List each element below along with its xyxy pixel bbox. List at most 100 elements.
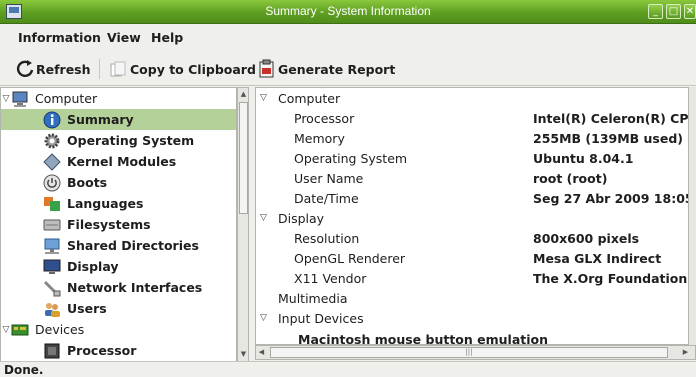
tree-item-operating-system[interactable]: Operating System	[1, 130, 236, 151]
refresh-label: Refresh	[36, 61, 91, 77]
tree-item-filesystems[interactable]: Filesystems	[1, 214, 236, 235]
detail-row: Macintosh mouse button emulation	[256, 330, 688, 344]
detail-row: Date/Time Seg 27 Abr 2009 18:05:	[256, 189, 689, 209]
copy-to-clipboard-label: Copy to Clipboard	[130, 61, 256, 77]
tree-label: Summary	[67, 112, 134, 127]
details-horizontal-scrollbar[interactable]: ◀ ||| ▶	[255, 345, 696, 360]
detail-value: 255MB (139MB used)	[533, 131, 684, 146]
detail-value: 800x600 pixels	[533, 231, 640, 246]
detail-key: Processor	[294, 111, 355, 126]
detail-key: Date/Time	[294, 191, 359, 206]
computer-icon	[11, 90, 29, 107]
tree-label: Kernel Modules	[67, 154, 177, 169]
network-cable-icon	[43, 279, 61, 296]
tree-group-devices[interactable]: ▽ Devices	[1, 319, 236, 340]
tree-scrollbar[interactable]: ▲ ▼	[237, 87, 249, 362]
chip-icon	[43, 342, 61, 359]
collapse-icon[interactable]: ▽	[260, 213, 267, 223]
toolbar-separator	[99, 59, 100, 79]
users-icon	[43, 300, 61, 317]
scroll-thumb[interactable]	[239, 102, 248, 214]
power-icon	[43, 174, 61, 191]
scroll-right-icon[interactable]: ▶	[681, 347, 690, 358]
tree-item-processor[interactable]: Processor	[1, 340, 236, 361]
detail-value: The X.Org Foundation	[533, 271, 688, 286]
tree-item-summary[interactable]: Summary	[1, 109, 236, 130]
category-tree[interactable]: ▽ Computer Summary Operating System Kern…	[0, 87, 237, 362]
group-header-display[interactable]: ▽ Display	[256, 209, 688, 229]
tree-item-shared-directories[interactable]: Shared Directories	[1, 235, 236, 256]
tree-item-users[interactable]: Users	[1, 298, 236, 319]
detail-value: Intel(R) Celeron(R) CPU	[533, 111, 689, 126]
detail-key: X11 Vendor	[294, 271, 367, 286]
detail-row: Operating System Ubuntu 8.04.1	[256, 149, 688, 169]
copy-to-clipboard-button[interactable]: Copy to Clipboard	[108, 58, 256, 80]
menu-information[interactable]: Information	[18, 30, 101, 45]
info-icon	[43, 111, 61, 128]
tree-label: Display	[67, 259, 119, 274]
details-vertical-scrollbar[interactable]	[688, 87, 696, 345]
collapse-icon[interactable]: ▽	[260, 93, 267, 103]
detail-row: Processor Intel(R) Celeron(R) CPU	[256, 109, 689, 129]
tree-label: Processor	[67, 343, 137, 358]
drive-icon	[43, 216, 61, 233]
group-label: Computer	[278, 91, 341, 106]
detail-row: User Name root (root)	[256, 169, 688, 189]
detail-row: OpenGL Renderer Mesa GLX Indirect	[256, 249, 688, 269]
collapse-icon[interactable]: ▽	[1, 94, 11, 104]
scroll-up-icon[interactable]: ▲	[239, 89, 248, 100]
generate-report-label: Generate Report	[278, 61, 396, 77]
devices-icon	[11, 321, 29, 338]
tree-label: Computer	[35, 91, 98, 106]
toolbar: Refresh Copy to Clipboard Generate Repor…	[0, 50, 696, 86]
group-header-input-devices[interactable]: ▽ Input Devices	[256, 309, 688, 329]
maximize-button[interactable]: □	[666, 4, 681, 19]
detail-value: Ubuntu 8.04.1	[533, 151, 634, 166]
generate-report-button[interactable]: Generate Report	[258, 58, 395, 80]
network-folder-icon	[43, 237, 61, 254]
detail-value: Mesa GLX Indirect	[533, 251, 662, 266]
tree-label: Operating System	[67, 133, 195, 148]
detail-value: Seg 27 Abr 2009 18:05:	[533, 191, 689, 206]
tree-item-network-interfaces[interactable]: Network Interfaces	[1, 277, 236, 298]
tree-group-computer[interactable]: ▽ Computer	[1, 88, 236, 109]
tree-label: Devices	[35, 322, 85, 337]
detail-value: root (root)	[533, 171, 608, 186]
scroll-thumb[interactable]: |||	[270, 347, 668, 358]
group-label: Multimedia	[278, 291, 348, 306]
group-label: Display	[278, 211, 325, 226]
collapse-icon[interactable]: ▽	[1, 325, 11, 335]
collapse-icon[interactable]: ▽	[260, 313, 267, 323]
refresh-icon	[16, 60, 34, 77]
tree-item-display[interactable]: Display	[1, 256, 236, 277]
close-button[interactable]: ✕	[684, 4, 696, 19]
detail-key: Resolution	[294, 231, 360, 246]
menu-bar: Information View Help	[0, 26, 696, 50]
language-icon	[43, 195, 61, 212]
tree-label: Users	[67, 301, 107, 316]
clipboard-icon	[110, 61, 126, 77]
gear-icon	[43, 132, 61, 149]
status-text: Done.	[4, 363, 44, 377]
report-icon	[259, 59, 274, 78]
menu-help[interactable]: Help	[151, 30, 183, 45]
tree-item-languages[interactable]: Languages	[1, 193, 236, 214]
tree-label: Filesystems	[67, 217, 151, 232]
detail-row: Memory 255MB (139MB used)	[256, 129, 688, 149]
status-bar: Done.	[0, 361, 696, 377]
scroll-left-icon[interactable]: ◀	[257, 347, 266, 358]
menu-view[interactable]: View	[107, 30, 141, 45]
refresh-button[interactable]: Refresh	[16, 58, 91, 80]
tree-item-boots[interactable]: Boots	[1, 172, 236, 193]
title-bar: Summary - System Information _ □ ✕	[0, 0, 696, 24]
minimize-button[interactable]: _	[648, 4, 663, 19]
tree-label: Shared Directories	[67, 238, 199, 253]
group-header-multimedia[interactable]: Multimedia	[256, 289, 688, 309]
window-title: Summary - System Information	[265, 4, 431, 18]
tree-label: Languages	[67, 196, 144, 211]
scroll-down-icon[interactable]: ▼	[239, 349, 248, 360]
detail-row: X11 Vendor The X.Org Foundation	[256, 269, 688, 289]
group-header-computer[interactable]: ▽ Computer	[256, 89, 688, 109]
tree-item-kernel-modules[interactable]: Kernel Modules	[1, 151, 236, 172]
tree-label: Boots	[67, 175, 108, 190]
